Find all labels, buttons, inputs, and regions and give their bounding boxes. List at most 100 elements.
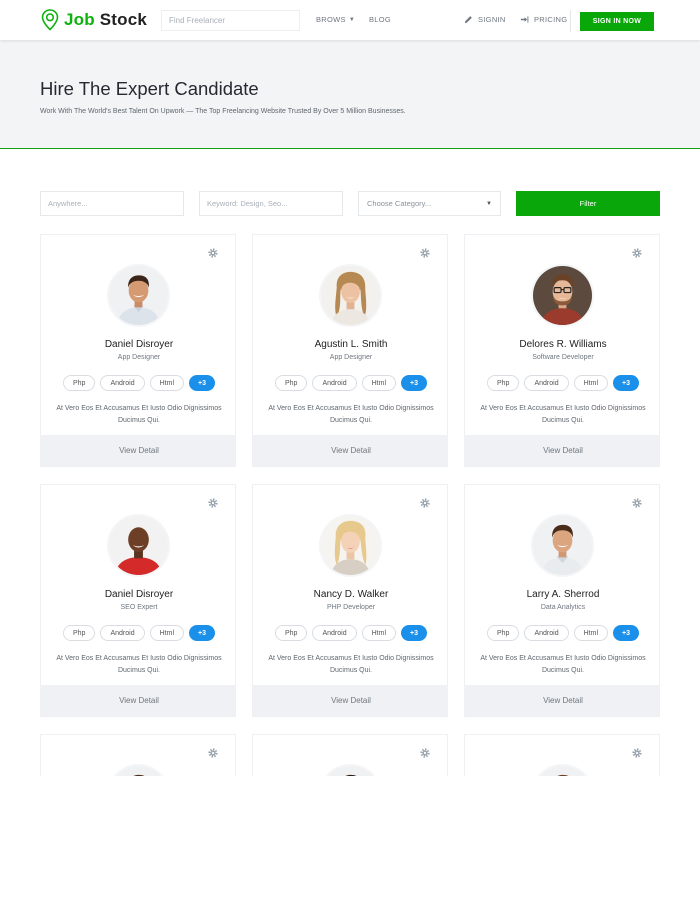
skill-tag[interactable]: Html [149,625,184,641]
skill-tags: Php Android Html +3 [253,625,447,641]
location-input[interactable] [40,191,184,216]
candidate-name[interactable]: Daniel Disroyer [41,339,235,350]
sign-in-icon [520,16,529,23]
gear-icon[interactable] [420,498,430,508]
person-photo [321,516,380,575]
person-photo [321,266,380,325]
brand-name: Job Stock [64,10,148,29]
nav-pricing-link[interactable]: PRICING [520,15,567,24]
skill-tag[interactable]: Android [100,625,145,641]
nav-signin-label: SIGNIN [478,15,506,24]
candidate-name[interactable]: Agustin L. Smith [253,339,447,350]
candidate-card: Larry A. Sherrod Data Analytics Php Andr… [464,484,660,717]
category-select[interactable]: Choose Category... ▼ [358,191,501,216]
candidate-card: Nancy D. Walker PHP Developer Php Androi… [252,484,448,717]
find-freelancer-input[interactable] [161,10,300,31]
candidate-card: Daniel Disroyer App Designer Php Android… [40,234,236,467]
avatar[interactable] [319,764,382,776]
candidate-role: Software Developer [532,354,594,361]
filter-button[interactable]: Filter [516,191,660,216]
gear-icon[interactable] [632,748,642,758]
candidate-name[interactable]: Nancy D. Walker [253,589,447,600]
candidate-name[interactable]: Delores R. Williams [465,339,659,350]
hero-banner: Hire The Expert Candidate Work With The … [0,40,700,149]
gear-icon[interactable] [632,248,642,258]
brand-logo[interactable]: Job Stock [41,9,147,31]
candidate-description: At Vero Eos Et Accusamus Et Iusto Odio D… [268,655,434,674]
candidate-role: PHP Developer [326,604,376,611]
avatar[interactable] [531,264,594,327]
candidate-description: At Vero Eos Et Accusamus Et Iusto Odio D… [480,655,646,674]
gear-icon[interactable] [208,248,218,258]
candidate-description: At Vero Eos Et Accusamus Et Iusto Odio D… [56,405,222,424]
skill-tag[interactable]: Html [361,375,396,391]
view-detail-button[interactable]: View Detail [465,435,659,466]
more-skills-badge[interactable]: +3 [401,625,427,641]
avatar[interactable] [107,764,170,776]
skill-tag[interactable]: Android [100,375,145,391]
candidate-role: SEO Expert [120,604,158,611]
avatar[interactable] [531,514,594,577]
candidate-name[interactable]: Daniel Disroyer [41,589,235,600]
skill-tag[interactable]: Php [487,625,520,641]
nav-browse-dropdown[interactable]: BROWS ▼ [316,15,355,24]
view-detail-button[interactable]: View Detail [253,685,447,716]
candidate-name[interactable]: Larry A. Sherrod [465,589,659,600]
avatar[interactable] [319,514,382,577]
skill-tag[interactable]: Android [524,375,569,391]
nav-pricing-label: PRICING [534,15,568,24]
nav-blog-link[interactable]: BLOG [369,15,391,24]
skill-tag[interactable]: Android [312,375,357,391]
skill-tag[interactable]: Html [361,625,396,641]
skill-tag[interactable]: Html [149,375,184,391]
skill-tags: Php Android Html +3 [465,375,659,391]
pencil-icon [464,16,472,24]
view-detail-button[interactable]: View Detail [41,685,235,716]
candidate-card: Agustin L. Smith App Designer Php Androi… [252,234,448,467]
gear-icon[interactable] [208,748,218,758]
page-title: Hire The Expert Candidate [40,78,259,99]
skill-tag[interactable]: Php [487,375,520,391]
skill-tag[interactable]: Html [573,625,608,641]
avatar[interactable] [531,764,594,776]
skill-tag[interactable]: Html [573,375,608,391]
more-skills-badge[interactable]: +3 [401,375,427,391]
view-detail-button[interactable]: View Detail [465,685,659,716]
gear-icon[interactable] [420,248,430,258]
candidate-role: Data Analytics [540,604,586,611]
view-detail-button[interactable]: View Detail [41,435,235,466]
skill-tag[interactable]: Php [275,625,308,641]
gear-icon[interactable] [632,498,642,508]
skill-tag[interactable]: Php [63,375,96,391]
skill-tag[interactable]: Android [524,625,569,641]
more-skills-badge[interactable]: +3 [613,375,639,391]
gear-icon[interactable] [208,498,218,508]
category-select-value: Choose Category... [367,199,432,208]
person-photo [109,266,168,325]
skill-tags: Php Android Html +3 [465,625,659,641]
candidate-card-partial [464,734,660,776]
sign-in-now-button[interactable]: SIGN IN NOW [580,12,654,31]
person-photo [109,516,168,575]
avatar[interactable] [107,264,170,327]
candidate-description: At Vero Eos Et Accusamus Et Iusto Odio D… [480,405,646,424]
gear-icon[interactable] [420,748,430,758]
person-photo [533,266,592,325]
view-detail-button[interactable]: View Detail [253,435,447,466]
top-nav: Job Stock BROWS ▼ BLOG SIGNIN PRICING SI… [0,0,700,40]
skill-tag[interactable]: Php [275,375,308,391]
avatar[interactable] [107,514,170,577]
candidate-card-partial [40,734,236,776]
avatar[interactable] [319,264,382,327]
more-skills-badge[interactable]: +3 [189,625,215,641]
more-skills-badge[interactable]: +3 [613,625,639,641]
more-skills-badge[interactable]: +3 [189,375,215,391]
skill-tag[interactable]: Php [63,625,96,641]
keyword-input[interactable] [199,191,343,216]
nav-signin-link[interactable]: SIGNIN [464,15,506,24]
person-photo [109,766,168,776]
candidate-role: App Designer [117,354,161,361]
caret-down-icon: ▼ [348,16,356,23]
skill-tag[interactable]: Android [312,625,357,641]
skill-tags: Php Android Html +3 [41,625,235,641]
